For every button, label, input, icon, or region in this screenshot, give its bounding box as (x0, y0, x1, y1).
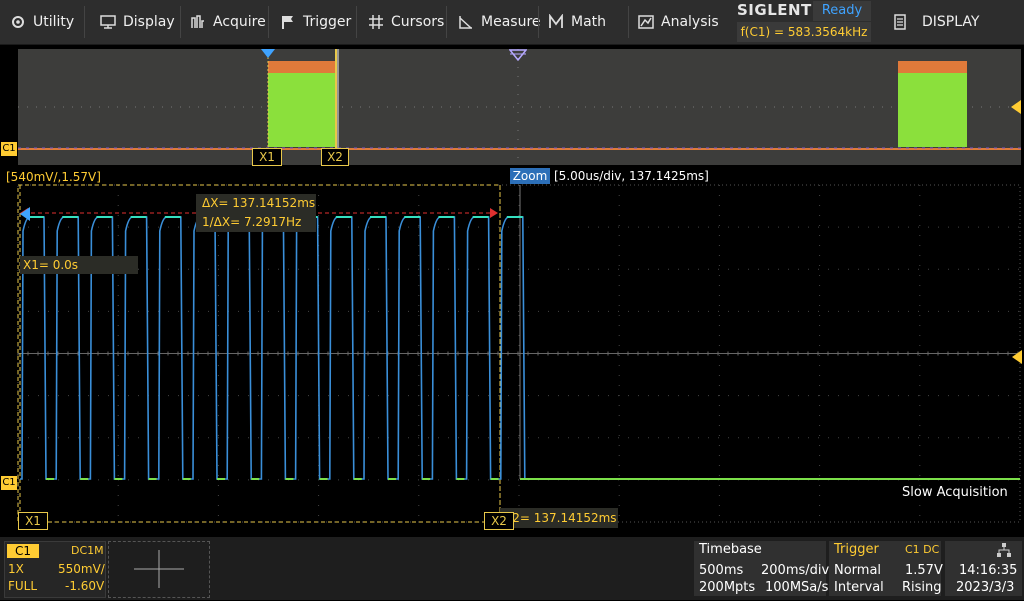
trigger-panel[interactable]: Trigger C1 DC Normal 1.57V Interval Risi… (829, 541, 943, 596)
frequency-counter: f(C1) = 583.3564kHz (737, 22, 871, 42)
channel1-bandwidth: FULL (8, 579, 38, 593)
menu-trigger-label: Trigger (303, 14, 352, 30)
slow-acquisition-label: Slow Acquisition (902, 485, 1008, 500)
siglent-logo: SIGLENT (737, 1, 812, 19)
clock-time: 14:16:35 (959, 563, 1018, 578)
menu-display-right[interactable]: DISPLAY (892, 0, 979, 44)
channel1-probe: 1X (8, 562, 24, 576)
menu-display-label: Display (123, 14, 175, 30)
clock-date: 2023/3/3 (956, 580, 1015, 595)
overview-grid (18, 49, 1021, 165)
document-icon (894, 14, 906, 30)
zoom-window[interactable]: [540mV/,1.57V] Zoom [5.00us/div, 137.142… (0, 167, 1024, 537)
menu-analysis-label: Analysis (661, 14, 719, 30)
channel1-panel[interactable]: C1 DC1M 1X 550mV/ FULL -1.60V (4, 541, 106, 598)
menu-bar: Utility Display Acquire Trigger Cursors … (0, 0, 1024, 45)
inverse-delta-x-value: 1/ΔX= 7.2917Hz (202, 215, 302, 229)
monitor-icon (100, 15, 116, 29)
memory-depth: 200Mpts (699, 580, 756, 595)
menu-math[interactable]: Math (548, 0, 606, 44)
channel-scale-label: [540mV/,1.57V] (6, 170, 101, 184)
analysis-icon (638, 15, 654, 29)
trigger-source: C1 DC (905, 543, 940, 556)
timebase-scale: 200ms/div (761, 563, 830, 578)
trigger-slope: Rising (902, 580, 942, 595)
channel1-tag: C1 (7, 544, 39, 558)
menu-trigger[interactable]: Trigger (280, 0, 351, 44)
trigger-mode: Normal (834, 563, 882, 578)
overview-channel-marker[interactable]: C1 (1, 142, 17, 156)
overview-burst-top (898, 61, 967, 73)
x1-cursor-handle[interactable] (18, 207, 30, 221)
add-channel-button[interactable] (108, 541, 210, 598)
menu-measure[interactable]: Measure (458, 0, 541, 44)
menu-acquire[interactable]: Acquire (190, 0, 266, 44)
menu-cursors-label: Cursors (391, 14, 445, 30)
zoom-x2-label[interactable]: X2 (484, 512, 514, 530)
x1-value: X1= 0.0s (20, 256, 138, 274)
math-icon (549, 14, 563, 28)
trigger-title: Trigger (834, 542, 879, 557)
zoom-channel-marker[interactable]: C1 (1, 476, 17, 490)
trigger-type: Interval (834, 580, 884, 595)
overview-zoom-region-top (268, 61, 336, 73)
plus-icon (134, 550, 184, 588)
zoom-level-marker[interactable] (1012, 350, 1022, 364)
zoom-tag[interactable]: Zoom (510, 168, 550, 184)
channel1-coupling: DC1M (71, 544, 104, 557)
overview-level-marker[interactable] (1011, 100, 1021, 114)
gear-icon (12, 16, 24, 28)
overview-window[interactable]: X1 X2 (18, 49, 1021, 166)
run-status[interactable]: Ready (813, 1, 871, 21)
acquire-icon (191, 15, 204, 28)
menu-cursors[interactable]: Cursors (368, 0, 444, 44)
menu-utility[interactable]: Utility (10, 0, 74, 44)
zoom-x1-label[interactable]: X1 (18, 512, 48, 530)
delta-x-value: ΔX= 137.14152ms (202, 196, 316, 210)
channel1-scale: 550mV/ (58, 562, 105, 576)
trigger-position-marker[interactable] (261, 49, 275, 59)
menu-measure-label: Measure (481, 14, 541, 30)
zoom-info: [5.00us/div, 137.1425ms] (554, 169, 709, 183)
x2-value: X2= 137.14152ms (500, 508, 618, 528)
menu-utility-label: Utility (33, 14, 75, 30)
channel1-offset: -1.60V (65, 579, 105, 593)
cursor-grid-icon (369, 15, 383, 29)
overview-burst (898, 61, 967, 147)
menu-display[interactable]: Display (100, 0, 175, 44)
zoom-waveform-display (17, 184, 1021, 523)
zoom-center-marker[interactable] (509, 49, 527, 61)
overview-zoom-region (268, 61, 336, 147)
menu-analysis[interactable]: Analysis (638, 0, 719, 44)
brand-status: SIGLENT Ready f(C1) = 583.3564kHz (732, 0, 872, 44)
flag-icon (282, 16, 293, 29)
cursor-delta-box: ΔX= 137.14152ms 1/ΔX= 7.2917Hz (196, 194, 316, 232)
menu-math-label: Math (571, 14, 607, 30)
ruler-icon (459, 16, 472, 29)
overview-x2-label[interactable]: X2 (321, 148, 349, 166)
delta-arrow-right (490, 208, 498, 218)
network-icon (997, 543, 1011, 557)
menu-acquire-label: Acquire (213, 14, 266, 30)
trigger-level: 1.57V (905, 563, 943, 578)
zoom-grid (17, 184, 1021, 523)
menu-display-right-label: DISPLAY (922, 14, 980, 30)
clock-panel[interactable]: 14:16:35 2023/3/3 (945, 541, 1022, 596)
timebase-delay: 500ms (699, 563, 744, 578)
overview-x1-label[interactable]: X1 (252, 148, 282, 166)
timebase-panel[interactable]: Timebase 500ms 200ms/div 200Mpts 100MSa/… (694, 541, 830, 596)
sample-rate: 100MSa/s (765, 580, 829, 595)
timebase-title: Timebase (699, 542, 762, 557)
